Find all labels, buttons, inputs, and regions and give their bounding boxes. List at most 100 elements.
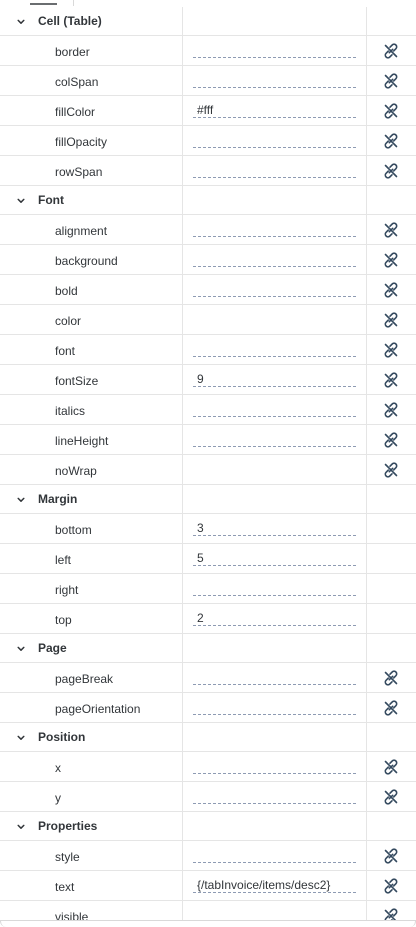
group-header-page[interactable]: Page: [0, 634, 416, 663]
property-name: italics: [55, 404, 86, 418]
property-name: alignment: [55, 224, 108, 238]
property-row: font: [0, 335, 416, 365]
column-divider: [182, 514, 183, 543]
unlink-icon[interactable]: [383, 103, 399, 119]
property-value-input[interactable]: [193, 669, 356, 685]
group-header-margin[interactable]: Margin: [0, 485, 416, 514]
group-header-cell-table[interactable]: Cell (Table): [0, 7, 416, 36]
unlink-icon[interactable]: [383, 133, 399, 149]
unlink-icon[interactable]: [383, 342, 399, 358]
property-row: fillColor: [0, 96, 416, 126]
unlink-icon[interactable]: [383, 432, 399, 448]
chevron-down-icon[interactable]: [17, 15, 25, 24]
property-value-input[interactable]: [193, 580, 356, 596]
unlink-icon[interactable]: [383, 759, 399, 775]
column-divider: [366, 752, 367, 781]
property-name: top: [55, 613, 72, 627]
property-value-input[interactable]: [193, 102, 356, 118]
unlink-icon[interactable]: [383, 282, 399, 298]
unlink-icon[interactable]: [383, 462, 399, 478]
property-value-input[interactable]: [193, 371, 356, 387]
group-title: Margin: [38, 492, 78, 506]
property-panel: Cell (Table) border colSpan fillColor fillOp…: [0, 0, 416, 921]
property-row: text: [0, 871, 416, 901]
property-value-input[interactable]: [193, 72, 356, 88]
chevron-down-icon[interactable]: [17, 642, 25, 651]
property-value-input[interactable]: [193, 520, 356, 536]
property-value-input[interactable]: [193, 907, 356, 920]
unlink-icon[interactable]: [383, 700, 399, 716]
property-value-input[interactable]: [193, 401, 356, 417]
unlink-icon[interactable]: [383, 402, 399, 418]
column-divider: [366, 36, 367, 65]
column-divider: [366, 485, 367, 513]
group-header-font[interactable]: Font: [0, 186, 416, 215]
chevron-down-icon[interactable]: [17, 493, 25, 502]
group-header-position[interactable]: Position: [0, 723, 416, 752]
property-value-input[interactable]: [193, 758, 356, 774]
property-value-input[interactable]: [193, 610, 356, 626]
property-value-input[interactable]: [193, 699, 356, 715]
column-divider: [366, 7, 367, 35]
property-row: x: [0, 752, 416, 782]
column-divider: [182, 574, 183, 603]
property-name: visible: [55, 910, 89, 921]
column-divider: [182, 455, 183, 484]
unlink-icon[interactable]: [383, 670, 399, 686]
chevron-down-icon[interactable]: [17, 731, 25, 740]
chevron-down-icon[interactable]: [17, 820, 25, 829]
group-header-properties[interactable]: Properties: [0, 812, 416, 841]
property-row: bold: [0, 275, 416, 305]
unlink-icon[interactable]: [383, 878, 399, 894]
column-divider: [182, 782, 183, 811]
column-divider: [366, 812, 367, 840]
property-value-input[interactable]: [193, 162, 356, 178]
property-value-input[interactable]: [193, 221, 356, 237]
property-value-input[interactable]: [193, 42, 356, 58]
chevron-down-icon[interactable]: [17, 194, 25, 203]
column-divider: [366, 96, 367, 125]
property-row: lineHeight: [0, 425, 416, 455]
unlink-icon[interactable]: [383, 73, 399, 89]
column-divider: [182, 66, 183, 95]
column-divider: [182, 126, 183, 155]
property-name: left: [55, 553, 72, 567]
unlink-icon[interactable]: [383, 789, 399, 805]
unlink-icon[interactable]: [383, 848, 399, 864]
property-value-input[interactable]: [193, 341, 356, 357]
column-divider: [366, 126, 367, 155]
unlink-icon[interactable]: [383, 222, 399, 238]
unlink-icon[interactable]: [383, 163, 399, 179]
property-value-input[interactable]: [193, 788, 356, 804]
column-divider: [366, 365, 367, 394]
group-title: Font: [38, 193, 64, 207]
unlink-icon[interactable]: [383, 372, 399, 388]
unlink-icon[interactable]: [383, 312, 399, 328]
column-divider: [182, 395, 183, 424]
property-value-input[interactable]: [193, 132, 356, 148]
column-divider: [366, 634, 367, 662]
property-value-input[interactable]: [193, 847, 356, 863]
property-value-input[interactable]: [193, 251, 356, 267]
unlink-icon[interactable]: [383, 908, 399, 920]
unlink-icon[interactable]: [383, 252, 399, 268]
unlink-icon[interactable]: [383, 43, 399, 59]
property-value-input[interactable]: [193, 877, 356, 893]
property-row: alignment: [0, 215, 416, 245]
column-divider: [366, 544, 367, 573]
column-divider: [366, 841, 367, 870]
property-row: italics: [0, 395, 416, 425]
property-value-input[interactable]: [193, 431, 356, 447]
property-value-input[interactable]: [193, 550, 356, 566]
property-row: right: [0, 574, 416, 604]
column-divider: [182, 485, 183, 513]
column-divider: [366, 275, 367, 304]
property-name: colSpan: [55, 75, 99, 89]
property-row: top: [0, 604, 416, 634]
property-value-input[interactable]: [193, 281, 356, 297]
group-title: Page: [38, 641, 67, 655]
property-row: noWrap: [0, 455, 416, 485]
property-row: background: [0, 245, 416, 275]
column-divider: [182, 305, 183, 334]
column-divider: [182, 752, 183, 781]
